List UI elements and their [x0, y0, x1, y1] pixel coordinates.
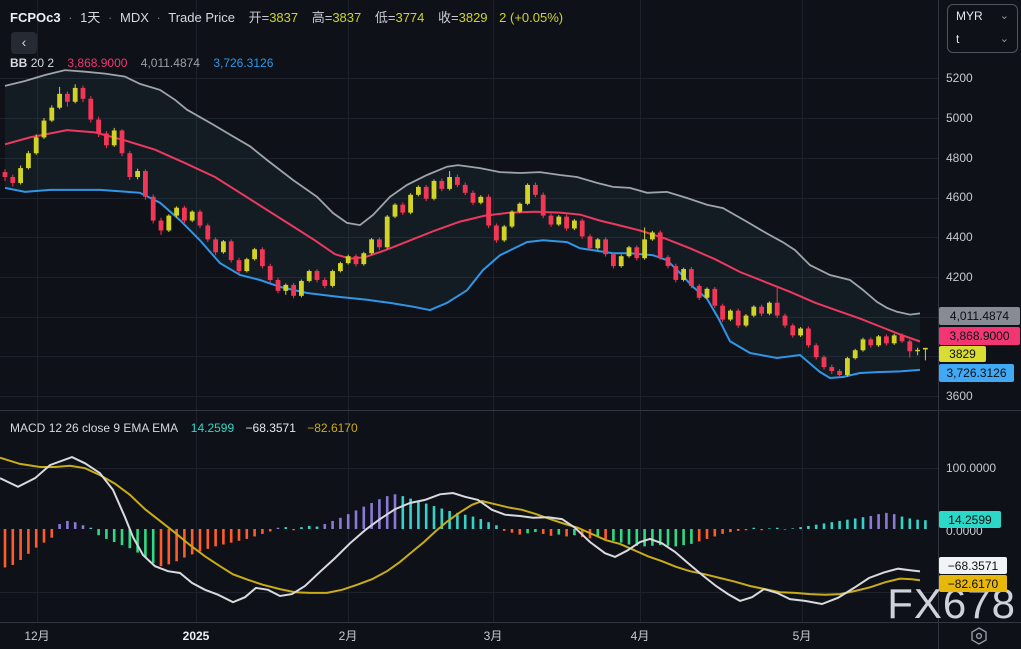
svg-text:12月: 12月 — [24, 629, 49, 643]
low-label: 低= — [375, 10, 396, 25]
macd-params: 12 26 close 9 EMA EMA — [49, 421, 178, 435]
svg-text:4600: 4600 — [946, 190, 973, 204]
currency-select[interactable]: MYR ⌄ — [948, 5, 1017, 28]
high-label: 高= — [312, 10, 333, 25]
svg-text:5200: 5200 — [946, 71, 973, 85]
macd-label: MACD — [10, 421, 45, 435]
gear-icon[interactable] — [966, 626, 992, 646]
bb-upper-value: 4,011.4874 — [141, 56, 200, 70]
svg-text:2月: 2月 — [339, 629, 358, 643]
low-value: 3774 — [395, 10, 424, 25]
currency-value: MYR — [956, 5, 983, 28]
interval-label[interactable]: 1天 — [80, 10, 100, 25]
svg-text:4200: 4200 — [946, 270, 973, 284]
change-value: 2 (+0.05%) — [499, 10, 563, 25]
macd-signal-value: −82.6170 — [307, 421, 357, 435]
bb-indicator-row[interactable]: BB 20 2 3,868.9000 4,011.4874 3,726.3126 — [10, 56, 273, 70]
svg-text:5月: 5月 — [793, 629, 812, 643]
back-button[interactable]: ‹ — [11, 32, 37, 54]
svg-text:3月: 3月 — [484, 629, 503, 643]
unit-selector: MYR ⌄ t ⌄ — [947, 4, 1018, 53]
price-chart-canvas[interactable]: 5200500048004600440042003600100.00000.00… — [0, 0, 1021, 649]
bb-label: BB — [10, 56, 27, 70]
macd-signal-badge: −82.6170 — [939, 575, 1007, 592]
svg-text:4400: 4400 — [946, 230, 973, 244]
macd-hist-value: 14.2599 — [191, 421, 234, 435]
close-value: 3829 — [459, 10, 488, 25]
svg-text:4月: 4月 — [631, 629, 650, 643]
bb-params: 20 2 — [31, 56, 54, 70]
svg-text:100.0000: 100.0000 — [946, 461, 996, 475]
bb-upper-badge: 4,011.4874 — [939, 307, 1020, 325]
exchange-label: MDX — [120, 10, 149, 25]
high-value: 3837 — [332, 10, 361, 25]
macd-line-value: −68.3571 — [246, 421, 296, 435]
series-label: Trade Price — [168, 10, 235, 25]
last-price-badge: 3829 — [939, 346, 986, 362]
bb-lower-value: 3,726.3126 — [213, 56, 273, 70]
open-value: 3837 — [269, 10, 298, 25]
macd-indicator-row[interactable]: MACD 12 26 close 9 EMA EMA 14.2599 −68.3… — [10, 421, 358, 435]
svg-text:2025: 2025 — [183, 629, 210, 643]
open-label: 开= — [249, 10, 270, 25]
svg-text:5000: 5000 — [946, 111, 973, 125]
macd-line-badge: −68.3571 — [939, 557, 1007, 574]
bb-basis-value: 3,868.9000 — [67, 56, 127, 70]
symbol-header: FCPOc3 · 1天 · MDX · Trade Price 开=3837 高… — [10, 7, 563, 26]
close-label: 收= — [438, 10, 459, 25]
symbol-name[interactable]: FCPOc3 — [10, 10, 61, 25]
bb-lower-badge: 3,726.3126 — [939, 364, 1014, 382]
chevron-down-icon: ⌄ — [1000, 5, 1009, 28]
trading-chart-app: 5200500048004600440042003600100.00000.00… — [0, 0, 1021, 649]
chevron-down-icon: ⌄ — [1000, 28, 1009, 51]
unit-value: t — [956, 28, 959, 51]
svg-text:4800: 4800 — [946, 151, 973, 165]
svg-text:3600: 3600 — [946, 389, 973, 403]
bb-basis-badge: 3,868.9000 — [939, 327, 1020, 345]
macd-hist-badge: 14.2599 — [939, 511, 1001, 528]
unit-select[interactable]: t ⌄ — [948, 28, 1017, 51]
